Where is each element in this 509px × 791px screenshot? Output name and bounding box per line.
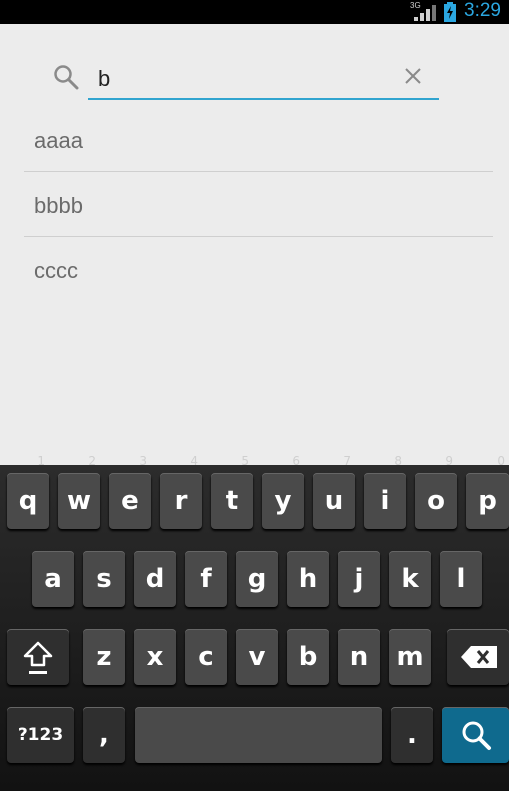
key-w[interactable]: 2w [58,455,100,529]
key-z[interactable]: z [83,629,125,685]
key-g[interactable]: g [236,551,278,607]
key-x[interactable]: x [134,629,176,685]
key-c[interactable]: c [185,629,227,685]
key-p[interactable]: 0p [466,455,509,529]
backspace-key[interactable] [447,629,509,685]
list-divider [24,236,493,237]
search-icon [54,65,79,90]
key-f[interactable]: f [185,551,227,607]
list-item[interactable]: aaaa [24,108,493,173]
key-s[interactable]: s [83,551,125,607]
battery-charging-icon [444,2,456,22]
signal-strength-icon [414,5,436,21]
key-i[interactable]: 8i [364,455,406,529]
key-t[interactable]: 5t [211,455,253,529]
shift-arrow-icon [23,641,53,674]
comma-key[interactable]: , [83,707,125,763]
key-m[interactable]: m [389,629,431,685]
search-action-key[interactable] [442,707,509,763]
clear-icon[interactable] [403,66,423,86]
key-y[interactable]: 6y [262,455,304,529]
key-b[interactable]: b [287,629,329,685]
key-r[interactable]: 4r [160,455,202,529]
key-h[interactable]: h [287,551,329,607]
search-screen: aaaa bbbb cccc [0,24,509,465]
status-bar: 3G 3:29 [0,0,509,24]
search-input[interactable] [88,60,439,100]
period-key[interactable]: . [391,707,433,763]
key-d[interactable]: d [134,551,176,607]
key-u[interactable]: 7u [313,455,355,529]
key-n[interactable]: n [338,629,380,685]
key-v[interactable]: v [236,629,278,685]
key-j[interactable]: j [338,551,380,607]
key-o[interactable]: 9o [415,455,457,529]
key-e[interactable]: 3e [109,455,151,529]
key-l[interactable]: l [440,551,482,607]
list-item[interactable]: cccc [24,238,493,303]
symbols-key[interactable]: ?123 [7,707,74,763]
shift-key[interactable] [7,629,69,685]
key-k[interactable]: k [389,551,431,607]
status-time: 3:29 [464,0,501,21]
search-icon [462,721,491,750]
key-a[interactable]: a [32,551,74,607]
soft-keyboard: 1q 2w 3e 4r 5t 6y 7u 8i 9o 0p a s d f g … [0,455,509,791]
backspace-icon [461,646,497,668]
list-divider [24,171,493,172]
key-q[interactable]: 1q [7,455,49,529]
space-key[interactable] [135,707,382,763]
list-item[interactable]: bbbb [24,173,493,238]
